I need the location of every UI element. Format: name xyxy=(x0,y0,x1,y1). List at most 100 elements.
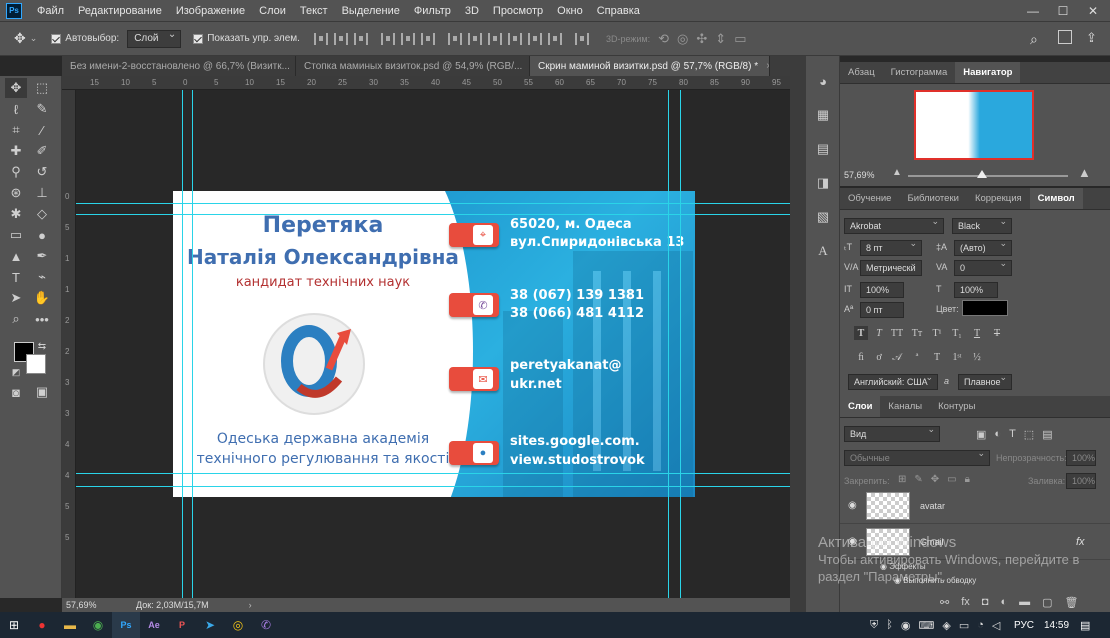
distribute-vcenter-icon[interactable] xyxy=(467,32,482,45)
vertical-ruler[interactable]: 0 5 1 1 2 2 3 3 4 4 5 5 xyxy=(62,90,76,598)
align-hcenter-icon[interactable] xyxy=(400,32,415,45)
layer-filter-select[interactable]: Вид xyxy=(844,424,940,442)
art-brush-icon[interactable]: ✱ xyxy=(5,204,27,224)
menu-view[interactable]: Просмотр xyxy=(486,0,550,22)
filter-shape-icon[interactable]: ⬚ xyxy=(1024,428,1034,441)
brush-tool-icon[interactable]: ✐ xyxy=(31,141,53,161)
menu-image[interactable]: Изображение xyxy=(169,0,252,22)
tab-doc-2[interactable]: Стопка маминых визиток.psd @ 54,9% (RGB/… xyxy=(296,56,530,76)
faux-italic-button[interactable]: T xyxy=(872,326,886,340)
tab-doc-3[interactable]: Скрин маминой визитки.psd @ 57,7% (RGB/8… xyxy=(530,56,770,76)
layer-row[interactable]: ◉ avatar xyxy=(840,488,1110,524)
direct-select-icon[interactable]: ➤ xyxy=(5,288,27,308)
bluetooth-icon[interactable]: ᛒ xyxy=(886,619,893,632)
menu-filter[interactable]: Фильтр xyxy=(407,0,458,22)
kerning-field[interactable]: Метрически xyxy=(860,258,922,276)
font-size-field[interactable]: 8 пт xyxy=(860,238,922,256)
tab-learn[interactable]: Обучение xyxy=(840,188,899,209)
3d-scale-icon[interactable]: ▭ xyxy=(734,31,746,47)
lock-position-icon[interactable]: ✥ xyxy=(931,474,939,485)
distribute-left-icon[interactable] xyxy=(507,32,522,45)
tab-navigator[interactable]: Навигатор xyxy=(955,62,1021,83)
new-adjustment-icon[interactable]: ◐ xyxy=(1000,596,1007,609)
tracking-field[interactable]: 0 xyxy=(954,258,1012,276)
tool-preset-chevron-icon[interactable]: ⌄ xyxy=(30,33,38,44)
opacity-field[interactable]: 100% xyxy=(1066,450,1096,466)
lock-pixels-icon[interactable]: ✎ xyxy=(914,474,922,485)
zoom-tool-icon[interactable]: ⌕ xyxy=(5,309,27,329)
zoom-in-icon[interactable]: ▲ xyxy=(1078,165,1091,180)
navigator-preview[interactable] xyxy=(914,90,1034,160)
align-vcenter-icon[interactable] xyxy=(333,32,348,45)
viber-taskbar-icon[interactable]: ✆ xyxy=(252,612,280,638)
grid-icon[interactable]: ▦ xyxy=(813,106,833,124)
underline-button[interactable]: T xyxy=(970,326,984,340)
document-canvas[interactable]: Перетяка Наталія Олександрівна кандидат … xyxy=(76,90,790,598)
menu-text[interactable]: Текст xyxy=(293,0,335,22)
link-layers-icon[interactable]: ⚯ xyxy=(940,596,949,609)
3d-roll-icon[interactable]: ◎ xyxy=(677,31,688,47)
guide-horizontal[interactable] xyxy=(76,214,790,215)
language-select[interactable]: Английский: США xyxy=(848,372,938,390)
eraser-tool-icon[interactable]: ◇ xyxy=(31,204,53,224)
font-style-select[interactable]: Black xyxy=(952,216,1012,234)
align-top-icon[interactable] xyxy=(313,32,328,45)
history-brush-icon[interactable]: ↺ xyxy=(31,162,53,182)
dodge-tool-icon[interactable]: ▲ xyxy=(5,246,27,266)
properties-icon[interactable]: ◨ xyxy=(813,174,833,192)
navigator-zoom-value[interactable]: 57,69% xyxy=(844,170,875,180)
layer-name[interactable]: avatar xyxy=(920,501,945,511)
move-tool-icon[interactable]: ✥ xyxy=(5,78,27,98)
glyphs-icon[interactable]: A xyxy=(813,242,833,260)
add-style-icon[interactable]: fx xyxy=(961,596,970,609)
font-family-select[interactable]: Akrobat xyxy=(844,216,944,234)
guide-horizontal[interactable] xyxy=(76,203,790,204)
new-group-icon[interactable]: ▬ xyxy=(1019,596,1030,609)
show-controls-checkbox[interactable] xyxy=(193,33,204,44)
filter-smart-icon[interactable]: ▤ xyxy=(1042,428,1052,441)
antialias-select[interactable]: Плавное xyxy=(958,372,1012,390)
stylistic-alt-button[interactable]: ª xyxy=(910,350,924,364)
text-color-swatch[interactable] xyxy=(962,300,1008,316)
ligatures-button[interactable]: ﬁ xyxy=(854,350,868,364)
guide-vertical[interactable] xyxy=(668,90,669,598)
menu-help[interactable]: Справка xyxy=(590,0,647,22)
zoom-out-icon[interactable]: ▲ xyxy=(892,167,902,178)
subscript-button[interactable]: T₁ xyxy=(950,326,964,340)
pattern-stamp-icon[interactable]: ⊛ xyxy=(5,183,27,203)
guide-vertical[interactable] xyxy=(192,90,193,598)
guide-horizontal[interactable] xyxy=(76,486,790,487)
guide-vertical[interactable] xyxy=(680,90,681,598)
quick-mask-icon[interactable]: ◙ xyxy=(5,382,27,402)
blur-tool-icon[interactable]: ● xyxy=(31,225,53,245)
photoshop-logo[interactable]: Ps xyxy=(6,2,22,19)
blend-mode-select[interactable]: Обычные xyxy=(844,448,990,466)
lock-all-icon[interactable]: 🔒︎ xyxy=(965,474,970,485)
navigator-zoom-slider[interactable] xyxy=(908,175,1068,177)
distribute-bottom-icon[interactable] xyxy=(487,32,502,45)
swash-button[interactable]: 𝒜 xyxy=(890,350,904,364)
path-select-icon[interactable]: ⌁ xyxy=(31,267,53,287)
keyboard-icon[interactable]: ⌨ xyxy=(918,619,934,632)
volume-icon[interactable]: ◁ xyxy=(992,619,1000,632)
tab-doc-1[interactable]: Без имени-2-восстановлено @ 66,7% (Визит… xyxy=(62,56,296,76)
palette-icon[interactable]: ◕ xyxy=(813,72,833,90)
maximize-button[interactable]: ☐ xyxy=(1048,0,1078,22)
healing-brush-icon[interactable]: ✚ xyxy=(5,141,27,161)
fractions-button[interactable]: ½ xyxy=(970,350,984,364)
tab-character[interactable]: Символ xyxy=(1029,188,1083,209)
distribute-right-icon[interactable] xyxy=(547,32,562,45)
gradient-tool-icon[interactable]: ▭ xyxy=(5,225,27,245)
windows-start-icon[interactable]: ⊞ xyxy=(0,612,28,638)
eyedropper-tool-icon[interactable]: ⁄ xyxy=(31,120,53,140)
brushes-icon[interactable]: ▤ xyxy=(813,140,833,158)
powerpoint-icon[interactable]: P xyxy=(168,612,196,638)
baseline-field[interactable]: 0 пт xyxy=(860,302,904,318)
crop-tool-icon[interactable]: ⌗ xyxy=(5,120,27,140)
titling-button[interactable]: T xyxy=(930,350,944,364)
old-style-button[interactable]: ơ xyxy=(872,350,886,364)
menu-3d[interactable]: 3D xyxy=(458,0,486,22)
tab-libraries[interactable]: Библиотеки xyxy=(899,188,966,209)
move-tool-icon[interactable]: ✥ xyxy=(14,30,26,47)
tab-layers[interactable]: Слои xyxy=(840,396,881,417)
